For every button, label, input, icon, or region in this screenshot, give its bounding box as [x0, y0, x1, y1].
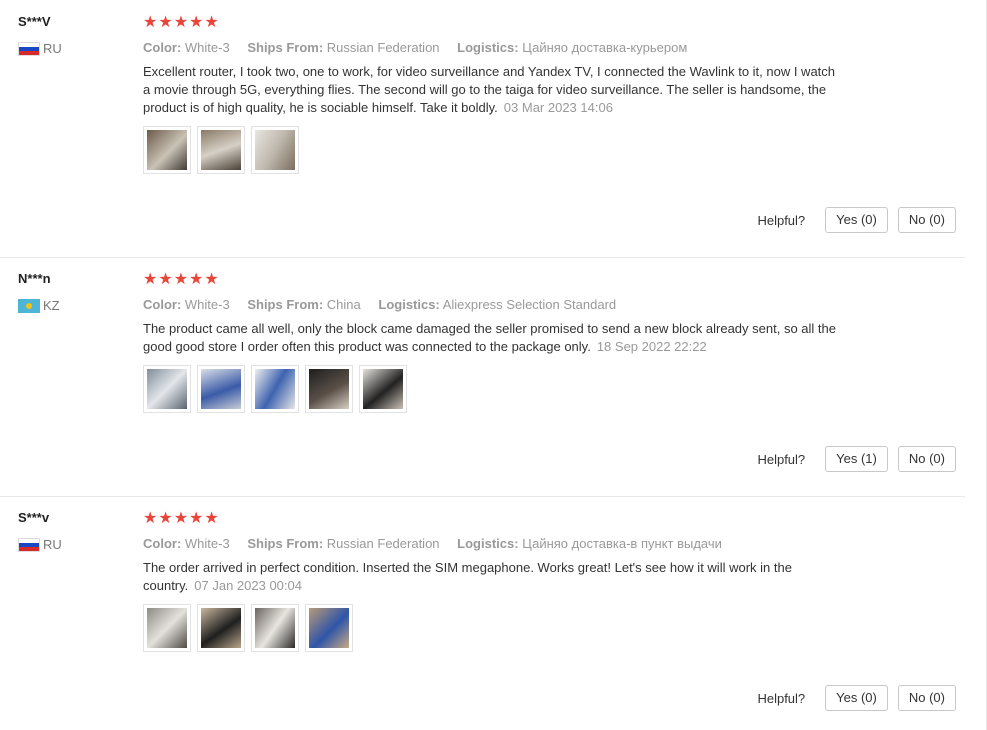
helpful-yes-button[interactable]: Yes (0)	[825, 685, 888, 711]
review-meta: Color: White-3 Ships From: Russian Feder…	[143, 536, 863, 551]
helpful-no-button[interactable]: No (0)	[897, 685, 956, 711]
color-label: Color:	[143, 536, 182, 551]
ships-from-label: Ships From:	[247, 297, 324, 312]
logistics-value: Цайняо доставка-курьером	[522, 40, 688, 55]
helpful-label: Helpful?	[757, 690, 806, 706]
review-meta: Color: White-3 Ships From: China Logisti…	[143, 297, 863, 312]
kazakhstan-flag-icon	[18, 298, 40, 313]
review-photos	[143, 365, 863, 413]
reviewer-name: S***V	[18, 14, 51, 29]
helpful-votes: Helpful? Yes (0) No (0)	[757, 207, 956, 233]
review-text: Excellent router, I took two, one to wor…	[143, 63, 843, 117]
review-date: 18 Sep 2022 22:22	[596, 339, 707, 354]
review-photos	[143, 126, 863, 174]
review-meta: Color: White-3 Ships From: Russian Feder…	[143, 40, 863, 55]
ships-from-value: Russian Federation	[326, 536, 440, 551]
helpful-label: Helpful?	[757, 451, 806, 467]
ships-from-value: China	[326, 297, 361, 312]
review-content: ★★★★★ Color: White-3 Ships From: China L…	[143, 271, 863, 413]
reviewer-info: N***n KZ	[18, 271, 128, 313]
country-code: KZ	[43, 298, 60, 313]
country-code: RU	[43, 537, 62, 552]
color-value: White-3	[184, 40, 230, 55]
review-content: ★★★★★ Color: White-3 Ships From: Russian…	[143, 14, 863, 174]
reviewer-country: KZ	[18, 298, 128, 313]
review-item: N***n KZ ★★★★★ Color: White-3 Ships From…	[0, 257, 965, 497]
review-photo[interactable]	[143, 365, 191, 413]
russia-flag-icon	[18, 537, 40, 552]
star-rating: ★★★★★	[143, 271, 220, 288]
reviews-list: S***V RU ★★★★★ Color: White-3 Ships From…	[0, 0, 987, 730]
russia-flag-icon	[18, 41, 40, 56]
review-photo[interactable]	[251, 365, 299, 413]
reviewer-country: RU	[18, 41, 128, 56]
review-photo[interactable]	[197, 604, 245, 652]
helpful-votes: Helpful? Yes (1) No (0)	[757, 446, 956, 472]
helpful-label: Helpful?	[757, 212, 806, 228]
reviewer-country: RU	[18, 537, 128, 552]
review-date: 07 Jan 2023 00:04	[194, 578, 302, 593]
review-photo[interactable]	[143, 126, 191, 174]
helpful-votes: Helpful? Yes (0) No (0)	[757, 685, 956, 711]
review-photo[interactable]	[143, 604, 191, 652]
review-photos	[143, 604, 863, 652]
review-photo[interactable]	[251, 126, 299, 174]
logistics-label: Logistics:	[378, 297, 440, 312]
star-rating: ★★★★★	[143, 14, 220, 31]
review-photo[interactable]	[197, 365, 245, 413]
helpful-no-button[interactable]: No (0)	[897, 207, 956, 233]
ships-from-label: Ships From:	[247, 40, 324, 55]
reviewer-name: S***v	[18, 510, 50, 525]
review-photo[interactable]	[305, 365, 353, 413]
logistics-value: Aliexpress Selection Standard	[442, 297, 617, 312]
country-code: RU	[43, 41, 62, 56]
star-rating: ★★★★★	[143, 510, 220, 527]
review-content: ★★★★★ Color: White-3 Ships From: Russian…	[143, 510, 863, 652]
review-item: S***v RU ★★★★★ Color: White-3 Ships From…	[0, 496, 965, 730]
logistics-label: Logistics:	[457, 40, 519, 55]
helpful-yes-button[interactable]: Yes (0)	[825, 207, 888, 233]
review-body: The product came all well, only the bloc…	[143, 321, 836, 354]
ships-from-value: Russian Federation	[326, 40, 440, 55]
color-label: Color:	[143, 297, 182, 312]
helpful-yes-button[interactable]: Yes (1)	[825, 446, 888, 472]
reviewer-name: N***n	[18, 271, 51, 286]
review-photo[interactable]	[359, 365, 407, 413]
review-item: S***V RU ★★★★★ Color: White-3 Ships From…	[0, 0, 965, 258]
color-label: Color:	[143, 40, 182, 55]
ships-from-label: Ships From:	[247, 536, 324, 551]
review-text: The product came all well, only the bloc…	[143, 320, 843, 356]
reviewer-info: S***v RU	[18, 510, 128, 552]
review-photo[interactable]	[197, 126, 245, 174]
color-value: White-3	[184, 536, 230, 551]
review-text: The order arrived in perfect condition. …	[143, 559, 843, 595]
review-photo[interactable]	[305, 604, 353, 652]
helpful-no-button[interactable]: No (0)	[897, 446, 956, 472]
logistics-value: Цайняо доставка-в пункт выдачи	[522, 536, 722, 551]
review-photo[interactable]	[251, 604, 299, 652]
logistics-label: Logistics:	[457, 536, 519, 551]
reviewer-info: S***V RU	[18, 14, 128, 56]
review-body: Excellent router, I took two, one to wor…	[143, 64, 836, 115]
color-value: White-3	[184, 297, 230, 312]
review-date: 03 Mar 2023 14:06	[503, 100, 613, 115]
